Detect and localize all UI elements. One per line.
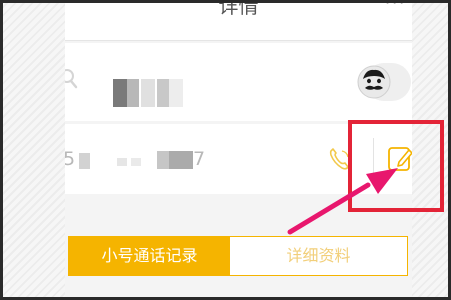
contact-row[interactable] [65, 43, 412, 121]
tab-bar: 小号通话记录 详细资料 [68, 236, 408, 276]
annotation-highlight-box [348, 120, 444, 212]
page-title: 详情 [218, 0, 259, 18]
search-icon[interactable] [65, 67, 79, 89]
mustache-face-icon[interactable] [357, 65, 391, 99]
tab-details[interactable]: 详细资料 [230, 237, 407, 275]
more-icon[interactable]: ··· [385, 0, 409, 11]
phone-number-suffix: 7 [193, 148, 206, 170]
phone-number-prefix: 5 [65, 148, 76, 170]
tab-call-log[interactable]: 小号通话记录 [69, 237, 230, 275]
title-bar: 详情 ··· [65, 0, 412, 41]
left-background [3, 0, 65, 300]
